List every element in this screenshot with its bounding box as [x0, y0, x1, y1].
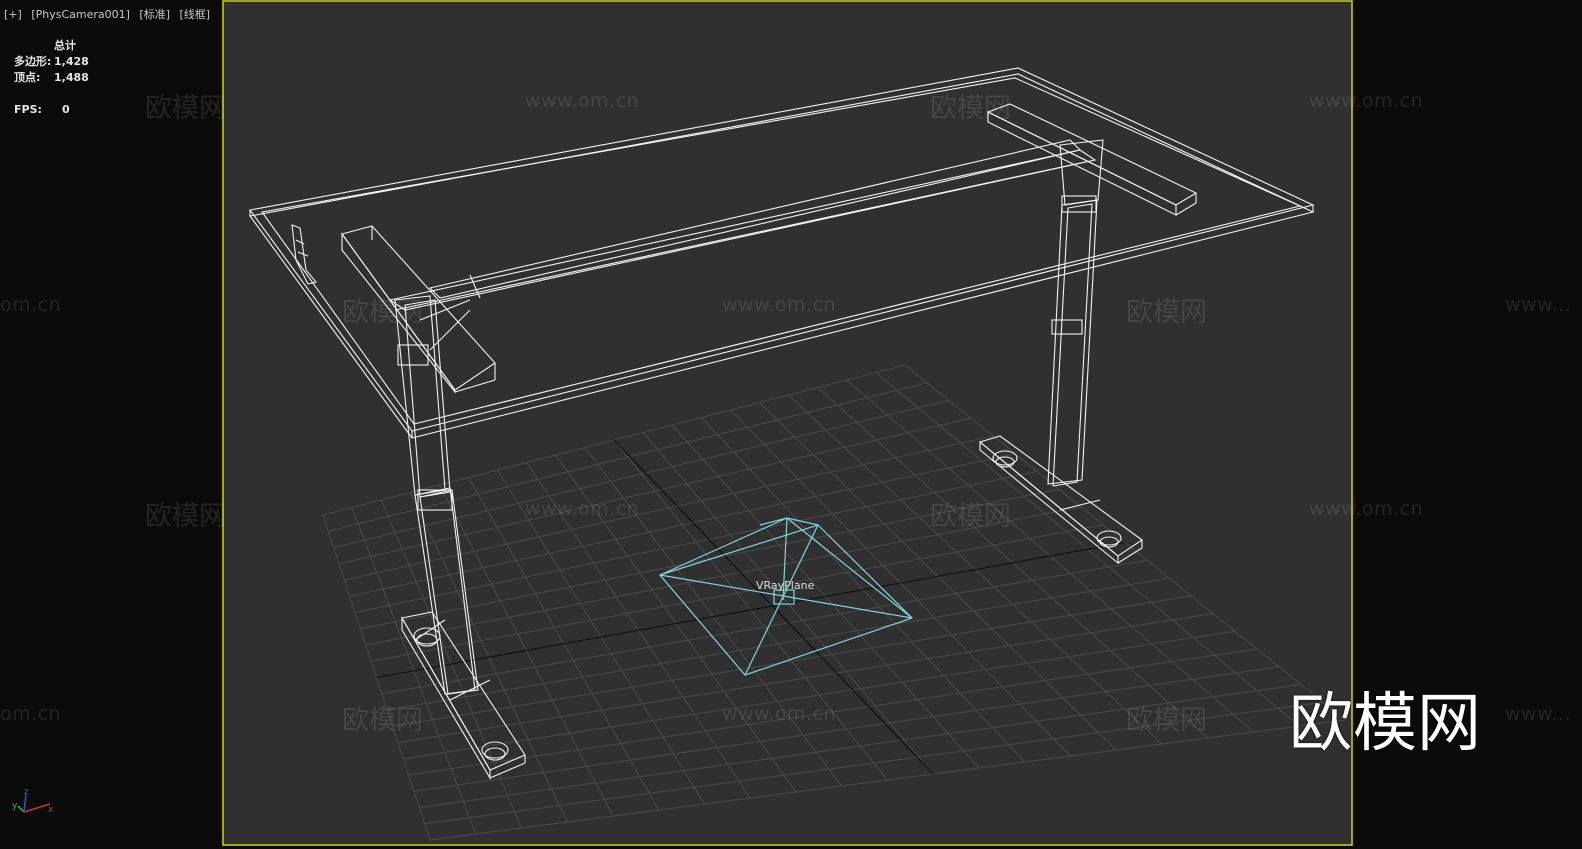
gizmo-x-label: x — [48, 805, 54, 815]
viewport-display-mode-label[interactable]: [线框] — [180, 8, 211, 21]
watermark-brand: 欧模网 — [342, 705, 423, 736]
watermark-url: www.om.cn — [525, 498, 640, 520]
gizmo-y-label: y — [12, 801, 18, 811]
watermark-url-partial: www... — [1505, 703, 1571, 725]
watermark-brand: 欧模网 — [1126, 297, 1207, 328]
viewport-menu-plus[interactable]: [+] — [4, 8, 22, 21]
watermark-url-tail: om.cn — [0, 703, 62, 725]
watermark-url: www.om.cn — [722, 294, 837, 316]
vertices-value: 1,488 — [54, 71, 89, 84]
viewport-label-bar: [+] [PhysCamera001] [标准] [线框] — [4, 6, 216, 22]
watermark-url: www.om.cn — [1309, 90, 1424, 112]
polygons-label: 多边形: — [14, 55, 52, 68]
fps-value: 0 — [62, 103, 70, 116]
watermark-url-tail: om.cn — [0, 294, 62, 316]
axis-gizmo-icon: x y z — [12, 787, 54, 815]
watermark-brand: 欧模网 — [930, 93, 1011, 124]
stats-header: 总计 — [54, 39, 76, 52]
watermark-url: www.om.cn — [722, 703, 837, 725]
gizmo-z-label: z — [24, 787, 29, 797]
watermark-brand-large: 欧模网 — [1289, 687, 1481, 761]
watermark-brand: 欧模网 — [342, 297, 423, 328]
vrayplane-label: VRayPlane — [756, 579, 815, 592]
watermark-brand: 欧模网 — [930, 501, 1011, 532]
viewport-camera-label[interactable]: [PhysCamera001] — [31, 8, 130, 21]
watermark-url: www.om.cn — [525, 90, 640, 112]
watermark-brand: 欧模网 — [145, 501, 226, 532]
watermark-url: www.om.cn — [1309, 498, 1424, 520]
fps-label: FPS: — [14, 103, 42, 116]
watermark-brand: 欧模网 — [1126, 705, 1207, 736]
polygons-value: 1,428 — [54, 55, 89, 68]
viewport-shading-label[interactable]: [标准] — [139, 8, 170, 21]
viewport-statistics: 总计 多边形: 1,428 顶点: 1,488 FPS: 0 — [14, 38, 89, 118]
watermark-url-partial: www... — [1505, 294, 1571, 316]
vertices-label: 顶点: — [14, 71, 41, 84]
watermark-brand: 欧模网 — [145, 93, 226, 124]
